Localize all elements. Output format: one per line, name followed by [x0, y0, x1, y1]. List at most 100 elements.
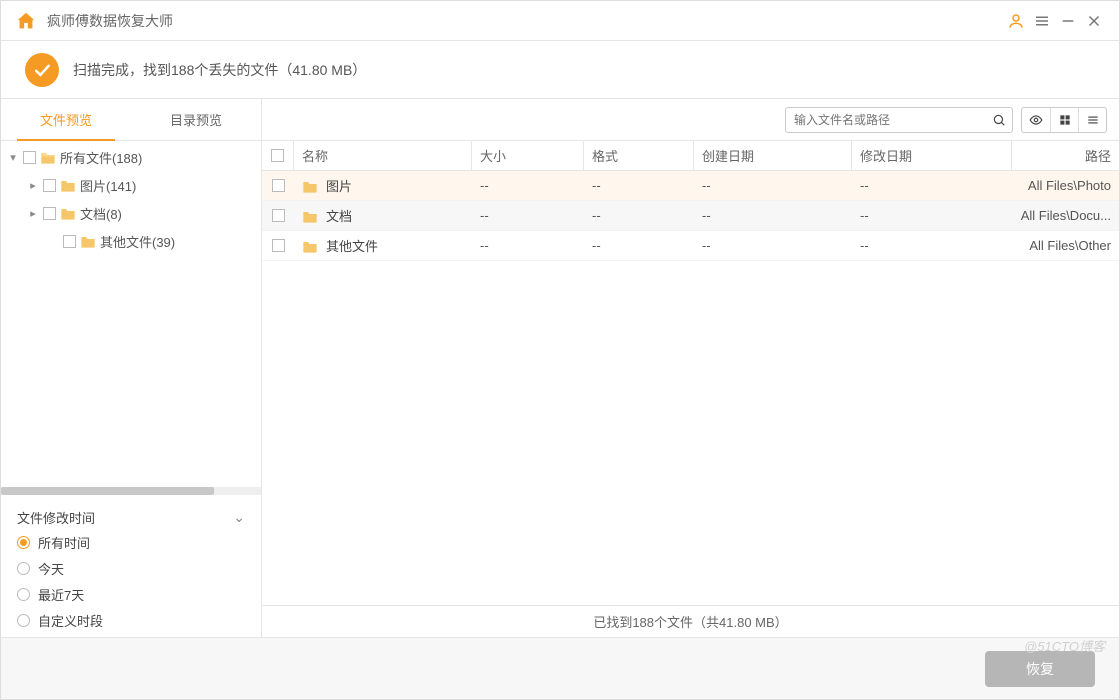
col-name[interactable]: 名称 — [294, 141, 472, 170]
col-size[interactable]: 大小 — [472, 141, 584, 170]
check-icon — [25, 53, 59, 87]
cell-path: All Files\Docu... — [1012, 208, 1119, 223]
close-button[interactable] — [1081, 8, 1107, 34]
bottom-bar: 恢复 — [1, 637, 1119, 699]
col-path[interactable]: 路径 — [1012, 141, 1119, 170]
checkbox[interactable] — [43, 179, 56, 192]
app-title: 疯师傅数据恢复大师 — [47, 11, 173, 31]
tab-dir-preview[interactable]: 目录预览 — [131, 99, 261, 140]
table-header: 名称 大小 格式 创建日期 修改日期 路径 — [262, 141, 1119, 171]
view-toggle-group — [1021, 107, 1107, 133]
cell-cdate: -- — [694, 178, 852, 193]
preview-tabs: 文件预览 目录预览 — [1, 99, 262, 140]
row-checkbox[interactable] — [272, 209, 285, 222]
caret-right-icon[interactable]: ▸ — [27, 179, 39, 192]
filter-header[interactable]: 文件修改时间 ⌄ — [17, 505, 245, 529]
row-checkbox[interactable] — [272, 179, 285, 192]
table-row[interactable]: 文档 -- -- -- -- All Files\Docu... — [262, 201, 1119, 231]
scan-status-bar: 扫描完成，找到188个丢失的文件（41.80 MB） — [1, 41, 1119, 99]
titlebar: 疯师傅数据恢复大师 — [1, 1, 1119, 41]
cell-size: -- — [472, 208, 584, 223]
main-panel: 名称 大小 格式 创建日期 修改日期 路径 图片 -- -- -- -- All… — [262, 141, 1119, 637]
cell-format: -- — [584, 208, 694, 223]
col-format[interactable]: 格式 — [584, 141, 694, 170]
folder-icon — [80, 234, 96, 248]
tab-file-preview[interactable]: 文件预览 — [1, 99, 131, 140]
cell-name: 其他文件 — [326, 236, 378, 255]
view-grid-button[interactable] — [1050, 108, 1078, 132]
results-summary: 已找到188个文件（共41.80 MB） — [262, 605, 1119, 637]
tree-row-doc[interactable]: ▸ 文档(8) — [1, 199, 261, 227]
search-input[interactable] — [792, 112, 992, 128]
tree-row-photo[interactable]: ▸ 图片(141) — [1, 171, 261, 199]
checkbox[interactable] — [23, 151, 36, 164]
radio-label: 自定义时段 — [38, 611, 103, 630]
user-icon[interactable] — [1003, 8, 1029, 34]
cell-cdate: -- — [694, 208, 852, 223]
time-filter: 文件修改时间 ⌄ 所有时间 今天 最近7天 自定义时段 — [1, 497, 261, 637]
cell-mdate: -- — [852, 208, 1012, 223]
radio-icon[interactable] — [17, 614, 30, 627]
view-list-button[interactable] — [1078, 108, 1106, 132]
list-icon — [1086, 113, 1100, 127]
cell-cdate: -- — [694, 238, 852, 253]
checkbox[interactable] — [43, 207, 56, 220]
folder-icon — [302, 179, 318, 193]
table-row[interactable]: 其他文件 -- -- -- -- All Files\Other — [262, 231, 1119, 261]
cell-name: 图片 — [326, 176, 352, 195]
cell-mdate: -- — [852, 238, 1012, 253]
file-tree: ▾ 所有文件(188) ▸ 图片(141) ▸ 文档(8) — [1, 141, 261, 485]
cell-size: -- — [472, 178, 584, 193]
home-icon[interactable] — [13, 8, 39, 34]
folder-icon — [302, 239, 318, 253]
app-window: { "app": { "title": "疯师傅数据恢复大师" }, "stat… — [0, 0, 1120, 700]
cell-path: All Files\Other — [1012, 238, 1119, 253]
radio-label: 今天 — [38, 559, 64, 578]
radio-label: 所有时间 — [38, 533, 90, 552]
tree-label: 其他文件(39) — [100, 232, 175, 251]
results-table: 名称 大小 格式 创建日期 修改日期 路径 图片 -- -- -- -- All… — [262, 141, 1119, 605]
tree-row-other[interactable]: 其他文件(39) — [1, 227, 261, 255]
table-row[interactable]: 图片 -- -- -- -- All Files\Photo — [262, 171, 1119, 201]
select-all-checkbox[interactable] — [271, 149, 284, 162]
tree-label: 所有文件(188) — [60, 148, 142, 167]
filter-opt-today[interactable]: 今天 — [17, 555, 245, 581]
toolbar: 文件预览 目录预览 — [1, 99, 1119, 141]
scan-status-text: 扫描完成，找到188个丢失的文件（41.80 MB） — [73, 60, 366, 80]
grid-icon — [1058, 113, 1072, 127]
filter-opt-last7[interactable]: 最近7天 — [17, 581, 245, 607]
body: ▾ 所有文件(188) ▸ 图片(141) ▸ 文档(8) — [1, 141, 1119, 637]
toolbar-right — [262, 99, 1119, 140]
filter-opt-custom[interactable]: 自定义时段 — [17, 607, 245, 633]
radio-checked-icon[interactable] — [17, 536, 30, 549]
minimize-button[interactable] — [1055, 8, 1081, 34]
tree-row-all[interactable]: ▾ 所有文件(188) — [1, 143, 261, 171]
radio-icon[interactable] — [17, 588, 30, 601]
view-preview-button[interactable] — [1022, 108, 1050, 132]
folder-icon — [60, 206, 76, 220]
tree-label: 文档(8) — [80, 204, 122, 223]
sidebar-scrollbar[interactable] — [1, 487, 261, 495]
radio-icon[interactable] — [17, 562, 30, 575]
cell-path: All Files\Photo — [1012, 178, 1119, 193]
tree-label: 图片(141) — [80, 176, 136, 195]
cell-name: 文档 — [326, 206, 352, 225]
sidebar: ▾ 所有文件(188) ▸ 图片(141) ▸ 文档(8) — [1, 141, 262, 637]
checkbox[interactable] — [63, 235, 76, 248]
chevron-down-icon: ⌄ — [233, 509, 245, 526]
folder-icon — [302, 209, 318, 223]
menu-icon[interactable] — [1029, 8, 1055, 34]
row-checkbox[interactable] — [272, 239, 285, 252]
search-box[interactable] — [785, 107, 1013, 133]
recover-button[interactable]: 恢复 — [985, 651, 1095, 687]
col-mdate[interactable]: 修改日期 — [852, 141, 1012, 170]
search-icon — [992, 113, 1006, 127]
cell-size: -- — [472, 238, 584, 253]
filter-opt-all[interactable]: 所有时间 — [17, 529, 245, 555]
caret-down-icon[interactable]: ▾ — [7, 151, 19, 164]
folder-icon — [60, 178, 76, 192]
caret-right-icon[interactable]: ▸ — [27, 207, 39, 220]
col-cdate[interactable]: 创建日期 — [694, 141, 852, 170]
filter-title: 文件修改时间 — [17, 508, 95, 527]
cell-format: -- — [584, 238, 694, 253]
